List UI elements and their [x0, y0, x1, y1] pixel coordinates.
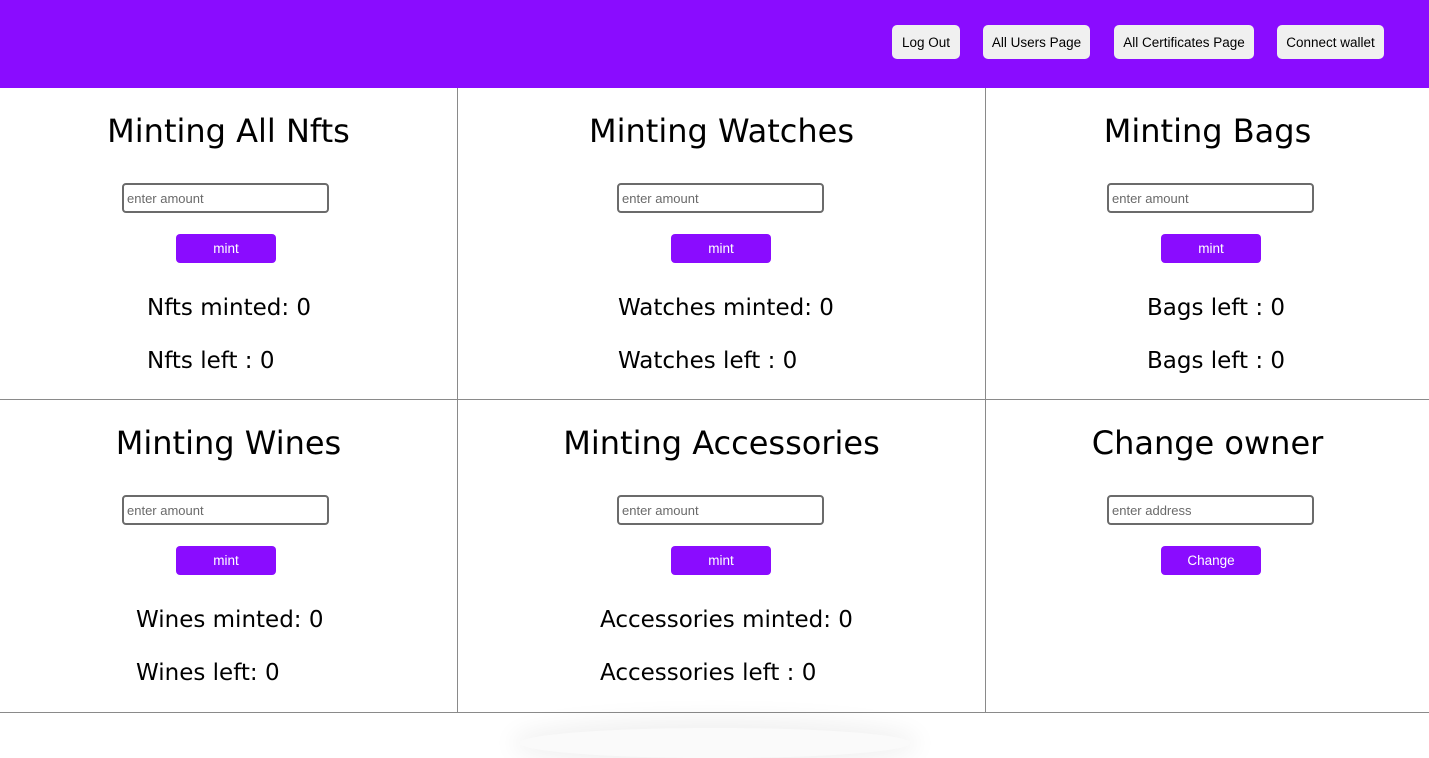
- left-count: Nfts left : 0: [147, 348, 275, 374]
- bottom-shadow-decoration: [520, 728, 910, 758]
- panel-title: Minting Accessories: [563, 424, 880, 462]
- left-count: Bags left : 0: [1147, 348, 1286, 374]
- change-owner-button[interactable]: Change: [1161, 546, 1261, 575]
- minted-count: Accessories minted: 0: [600, 607, 853, 633]
- panel-bags: Minting Bags mint Bags left : 0 Bags lef…: [986, 88, 1429, 400]
- amount-input[interactable]: [122, 183, 329, 213]
- left-count: Bags left : 0: [1147, 295, 1286, 321]
- mint-button[interactable]: mint: [671, 234, 771, 263]
- top-nav-bar: Log Out All Users Page All Certificates …: [0, 0, 1429, 88]
- panel-all-nfts: Minting All Nfts mint Nfts minted: 0 Nft…: [0, 88, 458, 400]
- minted-count: Nfts minted: 0: [147, 295, 312, 321]
- panel-accessories: Minting Accessories mint Accessories min…: [458, 400, 986, 713]
- mint-button[interactable]: mint: [1161, 234, 1261, 263]
- minted-count: Wines minted: 0: [136, 607, 324, 633]
- panel-title: Minting All Nfts: [107, 112, 350, 150]
- left-count: Wines left: 0: [136, 660, 280, 686]
- panel-wines: Minting Wines mint Wines minted: 0 Wines…: [0, 400, 458, 713]
- panel-change-owner: Change owner Change: [986, 400, 1429, 713]
- panel-title: Change owner: [1091, 424, 1324, 462]
- panel-title: Minting Wines: [115, 424, 342, 462]
- address-input[interactable]: [1107, 495, 1314, 525]
- panel-watches: Minting Watches mint Watches minted: 0 W…: [458, 88, 986, 400]
- connect-wallet-button[interactable]: Connect wallet: [1277, 25, 1384, 59]
- mint-button[interactable]: mint: [176, 546, 276, 575]
- amount-input[interactable]: [617, 183, 824, 213]
- panel-title: Minting Watches: [589, 112, 854, 150]
- left-count: Watches left : 0: [618, 348, 798, 374]
- left-count: Accessories left : 0: [600, 660, 817, 686]
- amount-input[interactable]: [122, 495, 329, 525]
- mint-button[interactable]: mint: [671, 546, 771, 575]
- amount-input[interactable]: [617, 495, 824, 525]
- all-users-page-button[interactable]: All Users Page: [983, 25, 1090, 59]
- all-certificates-page-button[interactable]: All Certificates Page: [1114, 25, 1254, 59]
- minting-panels-grid: Minting All Nfts mint Nfts minted: 0 Nft…: [0, 88, 1429, 713]
- panel-title: Minting Bags: [1103, 112, 1312, 150]
- logout-button[interactable]: Log Out: [892, 25, 960, 59]
- minted-count: Watches minted: 0: [618, 295, 834, 321]
- mint-button[interactable]: mint: [176, 234, 276, 263]
- amount-input[interactable]: [1107, 183, 1314, 213]
